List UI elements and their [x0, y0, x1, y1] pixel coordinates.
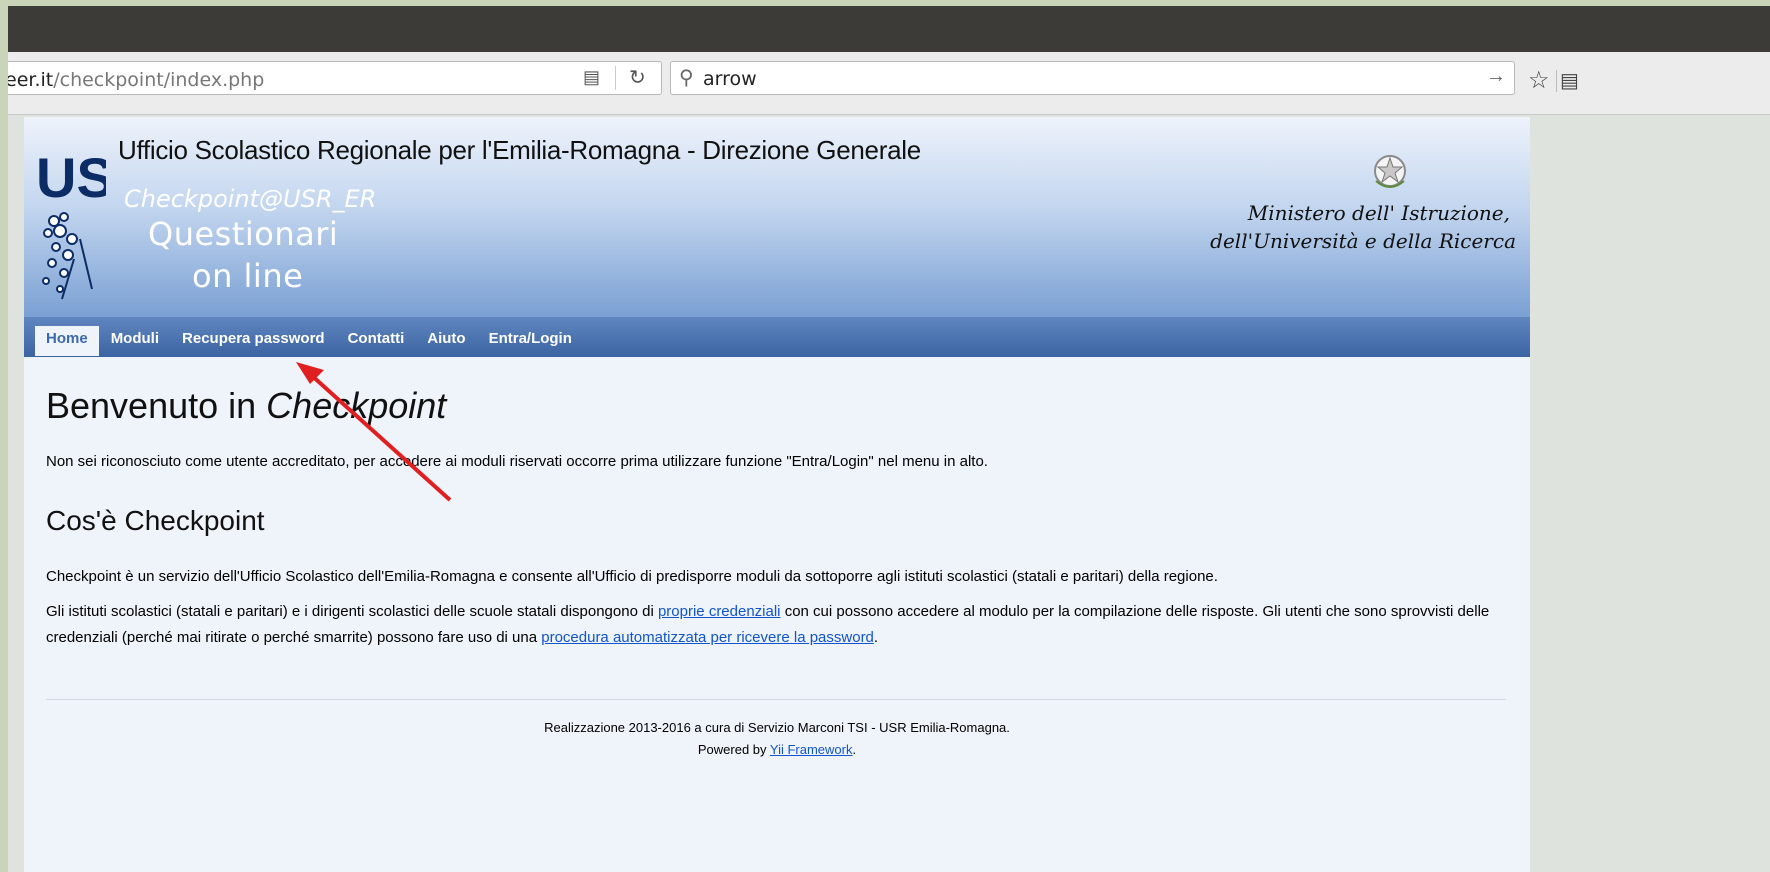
ministry-name-line1: Ministero dell' Istruzione, — [1247, 201, 1510, 225]
browser-toolbar: eer.it/checkpoint/index.php ▤ ↻ ⚲ arrow … — [8, 52, 1770, 115]
p2-text-c: . — [873, 629, 879, 646]
site-header: US Ufficio Scolastico Regionale per l'Em… — [24, 117, 1530, 317]
about-paragraph-2: Gli istituti scolastici (statali e parit… — [46, 599, 1516, 651]
menu-link-contatti[interactable]: Contatti — [348, 326, 405, 351]
main-menu: Home Moduli Recupera password Contatti A… — [24, 317, 1530, 357]
usr-logo: US — [36, 146, 106, 300]
powered-suffix: . — [852, 742, 857, 757]
about-paragraph-1: Checkpoint è un servizio dell'Ufficio Sc… — [46, 568, 1218, 585]
search-bar[interactable]: ⚲ arrow → — [670, 61, 1515, 95]
office-title: Ufficio Scolastico Regionale per l'Emili… — [118, 135, 921, 165]
bookmark-star-icon[interactable]: ☆ — [1528, 66, 1550, 95]
menu-item-login[interactable]: Entra/Login — [489, 326, 572, 351]
welcome-prefix: Benvenuto in — [46, 385, 267, 426]
address-text: eer.it/checkpoint/index.php — [8, 69, 265, 91]
address-bar[interactable]: eer.it/checkpoint/index.php ▤ ↻ — [8, 61, 662, 95]
republic-emblem-icon — [1374, 155, 1406, 188]
menu-item-home[interactable]: Home — [35, 326, 99, 356]
yii-framework-link[interactable]: Yii Framework — [770, 742, 853, 757]
menu-item-moduli[interactable]: Moduli — [111, 326, 159, 351]
menu-link-recupera-password[interactable]: Recupera password — [182, 326, 325, 351]
menu-item-contatti[interactable]: Contatti — [348, 326, 405, 351]
search-icon: ⚲ — [679, 67, 694, 89]
ministry-name-line2: dell'Università e della Ricerca — [1210, 229, 1516, 253]
footer-powered: Powered by Yii Framework. — [24, 739, 1530, 761]
search-go-icon[interactable]: → — [1486, 65, 1506, 88]
checkpoint-title: Checkpoint@USR_ER — [124, 185, 377, 213]
reader-view-icon[interactable]: ▤ — [583, 67, 600, 88]
powered-prefix: Powered by — [697, 742, 770, 757]
menu-link-moduli[interactable]: Moduli — [111, 326, 159, 351]
credentials-link[interactable]: proprie credenziali — [658, 603, 781, 620]
footer-credits: Realizzazione 2013-2016 a cura di Serviz… — [544, 720, 1010, 735]
bookmarks-menu-icon[interactable]: ▤ — [1560, 68, 1579, 93]
menu-link-aiuto[interactable]: Aiuto — [427, 326, 465, 351]
menu-link-login[interactable]: Entra/Login — [489, 326, 572, 351]
welcome-heading: Benvenuto in Checkpoint — [46, 385, 446, 427]
svg-text:US: US — [36, 146, 106, 209]
p2-text-a: Gli istituti scolastici (statali e parit… — [46, 603, 658, 620]
reload-icon[interactable]: ↻ — [629, 65, 646, 90]
questionari-title: Questionari — [148, 215, 339, 253]
password-recovery-link[interactable]: procedura automatizzata per ricevere la … — [541, 629, 874, 646]
intro-text: Non sei riconosciuto come utente accredi… — [46, 453, 988, 470]
address-separator — [615, 66, 616, 90]
menu-item-aiuto[interactable]: Aiuto — [427, 326, 465, 351]
online-title: on line — [192, 257, 304, 295]
window-titlebar — [8, 6, 1770, 52]
welcome-emphasis: Checkpoint — [266, 385, 447, 426]
menu-link-home[interactable]: Home — [46, 326, 88, 356]
search-input[interactable]: arrow — [703, 68, 757, 90]
toolbar-separator — [1556, 70, 1557, 92]
web-page: US Ufficio Scolastico Regionale per l'Em… — [24, 117, 1530, 872]
footer-divider — [46, 699, 1506, 700]
site-footer: Realizzazione 2013-2016 a cura di Serviz… — [24, 717, 1530, 761]
menu-item-recupera-password[interactable]: Recupera password — [182, 326, 325, 351]
about-heading: Cos'è Checkpoint — [46, 505, 265, 536]
